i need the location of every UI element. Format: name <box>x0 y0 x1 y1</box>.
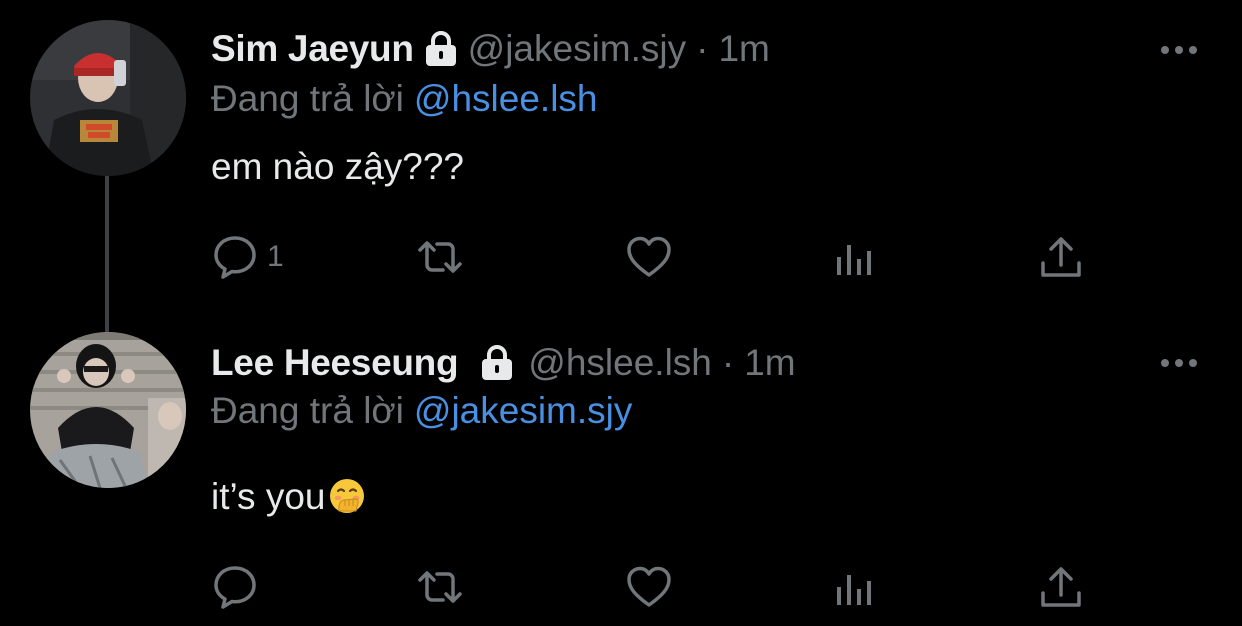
tweet-header: Sim Jaeyun @jakesim.sjy · 1m <box>211 24 770 74</box>
retweet-button[interactable] <box>416 232 464 282</box>
views-icon <box>837 245 871 275</box>
tweet-text: it’s you <box>211 476 326 517</box>
separator: · <box>721 342 735 383</box>
tweet-actions <box>211 562 1111 612</box>
replying-prefix: Đang trả lời <box>211 78 404 119</box>
tweet[interactable]: Sim Jaeyun @jakesim.sjy · 1m Đang trả lờ… <box>0 0 1242 344</box>
tweet-text: em nào zậy??? <box>211 146 465 187</box>
lock-icon <box>480 345 514 381</box>
display-name[interactable]: Sim Jaeyun <box>211 28 414 70</box>
more-options-icon[interactable] <box>1160 42 1198 54</box>
reply-button[interactable]: 1 <box>211 232 284 282</box>
views-button[interactable] <box>831 562 879 612</box>
reply-button[interactable] <box>211 562 267 612</box>
views-button[interactable] <box>831 232 879 282</box>
retweet-icon <box>418 571 462 603</box>
avatar[interactable] <box>30 20 186 176</box>
tweet-header: Lee Heeseung @hslee.lsh · 1m <box>211 338 796 388</box>
tweet-actions: 1 <box>211 232 1111 282</box>
tweet[interactable]: Lee Heeseung @hslee.lsh · 1m Đang trả lờ… <box>0 320 1242 626</box>
tweet-text-container: it’s you <box>211 476 366 518</box>
replying-to: Đang trả lời @jakesim.sjy <box>211 390 632 432</box>
lock-icon <box>424 31 458 67</box>
like-icon <box>627 566 671 607</box>
replying-prefix: Đang trả lời <box>211 390 404 431</box>
views-icon <box>837 575 871 605</box>
more-options-icon[interactable] <box>1160 355 1198 367</box>
replying-to: Đang trả lời @hslee.lsh <box>211 78 598 120</box>
thread-line <box>105 176 109 344</box>
mention-link[interactable]: @jakesim.sjy <box>414 390 632 431</box>
timestamp[interactable]: 1m <box>718 28 769 70</box>
like-icon <box>627 236 671 277</box>
share-icon <box>1041 567 1081 607</box>
share-button[interactable] <box>1037 232 1085 282</box>
share-icon <box>1041 237 1081 277</box>
handle[interactable]: @hslee.lsh <box>528 342 712 384</box>
separator: · <box>696 28 709 69</box>
like-button[interactable] <box>625 562 673 612</box>
handle[interactable]: @jakesim.sjy <box>468 28 686 70</box>
face-with-hand-over-mouth-icon <box>328 477 366 515</box>
display-name[interactable]: Lee Heeseung <box>211 342 459 384</box>
like-button[interactable] <box>625 232 673 282</box>
retweet-button[interactable] <box>416 562 464 612</box>
retweet-icon <box>418 241 462 273</box>
avatar[interactable] <box>30 332 186 488</box>
reply-icon <box>214 236 256 279</box>
share-button[interactable] <box>1037 562 1085 612</box>
mention-link[interactable]: @hslee.lsh <box>414 78 598 119</box>
reply-icon <box>214 566 256 609</box>
timestamp[interactable]: 1m <box>744 342 795 384</box>
reply-count: 1 <box>267 240 284 273</box>
